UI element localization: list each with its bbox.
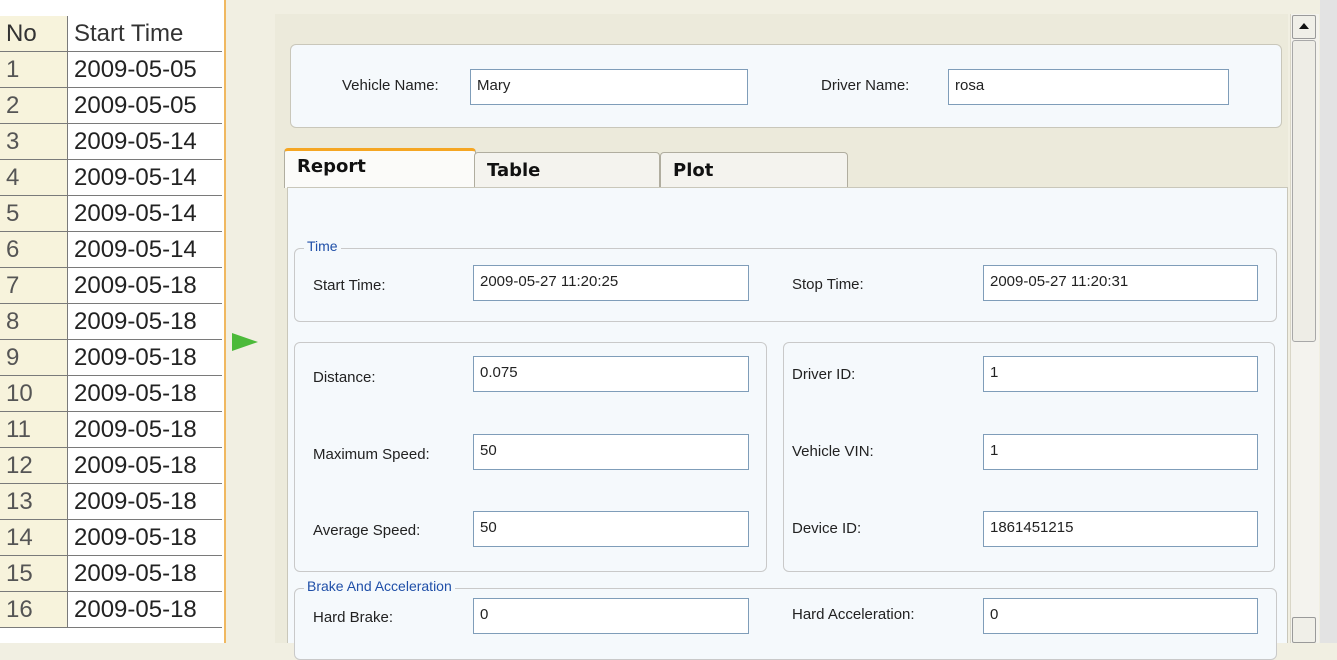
trip-list-row[interactable]: 12 2009-05-18 — [0, 448, 222, 484]
trip-no-cell: 13 — [0, 484, 68, 519]
device-id-field[interactable]: 1861451215 — [983, 511, 1258, 547]
average-speed-field[interactable]: 50 — [473, 511, 749, 547]
trip-no-cell: 11 — [0, 412, 68, 447]
trip-list-row[interactable]: 11 2009-05-18 — [0, 412, 222, 448]
trip-start-time-cell: 2009-05-18 — [74, 308, 197, 335]
trip-list-row[interactable]: 10 2009-05-18 — [0, 376, 222, 412]
trip-list-row[interactable]: 2 2009-05-05 — [0, 88, 222, 124]
trip-no-cell: 14 — [0, 520, 68, 555]
scrollbar-thumb[interactable] — [1292, 40, 1316, 342]
tab-report[interactable]: Report — [284, 148, 476, 188]
window-edge — [1320, 0, 1337, 643]
trip-start-time-cell: 2009-05-05 — [74, 92, 197, 119]
hard-acceleration-label: Hard Acceleration: — [792, 606, 915, 623]
trip-no-cell: 5 — [0, 196, 68, 231]
vehicle-name-field[interactable]: Mary — [470, 69, 748, 105]
trip-list-row[interactable]: 8 2009-05-18 — [0, 304, 222, 340]
driver-id-field[interactable]: 1 — [983, 356, 1258, 392]
stop-time-field[interactable]: 2009-05-27 11:20:31 — [983, 265, 1258, 301]
stop-time-label: Stop Time: — [792, 276, 864, 293]
brake-acceleration-title: Brake And Acceleration — [304, 578, 455, 594]
trip-no-cell: 1 — [0, 52, 68, 87]
driver-name-field[interactable]: rosa — [948, 69, 1229, 105]
driver-id-label: Driver ID: — [792, 366, 856, 383]
device-id-label: Device ID: — [792, 520, 862, 537]
play-arrow-icon — [232, 333, 258, 351]
hard-brake-label: Hard Brake: — [313, 609, 394, 626]
vehicle-vin-field[interactable]: 1 — [983, 434, 1258, 470]
trip-start-time-cell: 2009-05-05 — [74, 56, 197, 83]
start-time-field[interactable]: 2009-05-27 11:20:25 — [473, 265, 749, 301]
trip-list-row[interactable]: 13 2009-05-18 — [0, 484, 222, 520]
trip-no-cell: 16 — [0, 592, 68, 627]
start-time-label: Start Time: — [313, 277, 386, 294]
trip-start-time-cell: 2009-05-14 — [74, 128, 197, 155]
vehicle-name-label: Vehicle Name: — [342, 77, 439, 94]
trip-list-row[interactable]: 15 2009-05-18 — [0, 556, 222, 592]
average-speed-label: Average Speed: — [313, 522, 421, 539]
trip-list-row[interactable]: 3 2009-05-14 — [0, 124, 222, 160]
trip-no-cell: 3 — [0, 124, 68, 159]
trip-start-time-cell: 2009-05-18 — [74, 524, 197, 551]
trip-no-cell: 12 — [0, 448, 68, 483]
vehicle-vin-label: Vehicle VIN: — [792, 443, 874, 460]
hard-acceleration-field[interactable]: 0 — [983, 598, 1258, 634]
trip-list-row[interactable]: 9 2009-05-18 — [0, 340, 222, 376]
trip-start-time-cell: 2009-05-18 — [74, 272, 197, 299]
trip-no-cell: 4 — [0, 160, 68, 195]
column-header-no[interactable]: No — [0, 16, 68, 51]
trip-start-time-cell: 2009-05-18 — [74, 452, 197, 479]
trip-start-time-cell: 2009-05-14 — [74, 164, 197, 191]
trip-no-cell: 7 — [0, 268, 68, 303]
trip-no-cell: 10 — [0, 376, 68, 411]
scroll-up-arrow-icon[interactable] — [1292, 15, 1316, 39]
maximum-speed-label: Maximum Speed: — [313, 446, 430, 463]
trip-start-time-cell: 2009-05-14 — [74, 236, 197, 263]
trip-list-row[interactable]: 16 2009-05-18 — [0, 592, 222, 628]
trip-start-time-cell: 2009-05-14 — [74, 200, 197, 227]
trip-list-row[interactable]: 7 2009-05-18 — [0, 268, 222, 304]
trip-start-time-cell: 2009-05-18 — [74, 380, 197, 407]
maximum-speed-field[interactable]: 50 — [473, 434, 749, 470]
trip-start-time-cell: 2009-05-18 — [74, 416, 197, 443]
time-group-title: Time — [304, 238, 341, 254]
trip-start-time-cell: 2009-05-18 — [74, 488, 197, 515]
trip-list-row[interactable]: 5 2009-05-14 — [0, 196, 222, 232]
trip-list-row[interactable]: 4 2009-05-14 — [0, 160, 222, 196]
trip-start-time-cell: 2009-05-18 — [74, 560, 197, 587]
trip-list-row[interactable]: 1 2009-05-05 — [0, 52, 222, 88]
trip-no-cell: 8 — [0, 304, 68, 339]
distance-label: Distance: — [313, 369, 376, 386]
trip-no-cell: 6 — [0, 232, 68, 267]
hard-brake-field[interactable]: 0 — [473, 598, 749, 634]
trip-list-row[interactable]: 14 2009-05-18 — [0, 520, 222, 556]
trip-list-row[interactable]: 6 2009-05-14 — [0, 232, 222, 268]
trip-start-time-cell: 2009-05-18 — [74, 344, 197, 371]
driver-name-label: Driver Name: — [821, 77, 910, 94]
distance-field[interactable]: 0.075 — [473, 356, 749, 392]
trip-list-header: No Start Time — [0, 16, 222, 52]
trip-list: No Start Time 1 2009-05-05 2 2009-05-05 3 200… — [0, 0, 226, 643]
trip-no-cell: 9 — [0, 340, 68, 375]
trip-no-cell: 2 — [0, 88, 68, 123]
scroll-down-button[interactable] — [1292, 617, 1316, 643]
trip-start-time-cell: 2009-05-18 — [74, 596, 197, 623]
trip-no-cell: 15 — [0, 556, 68, 591]
tab-plot[interactable]: Plot — [660, 152, 848, 188]
column-header-start-time[interactable]: Start Time — [70, 16, 183, 51]
tab-table[interactable]: Table — [474, 152, 660, 188]
